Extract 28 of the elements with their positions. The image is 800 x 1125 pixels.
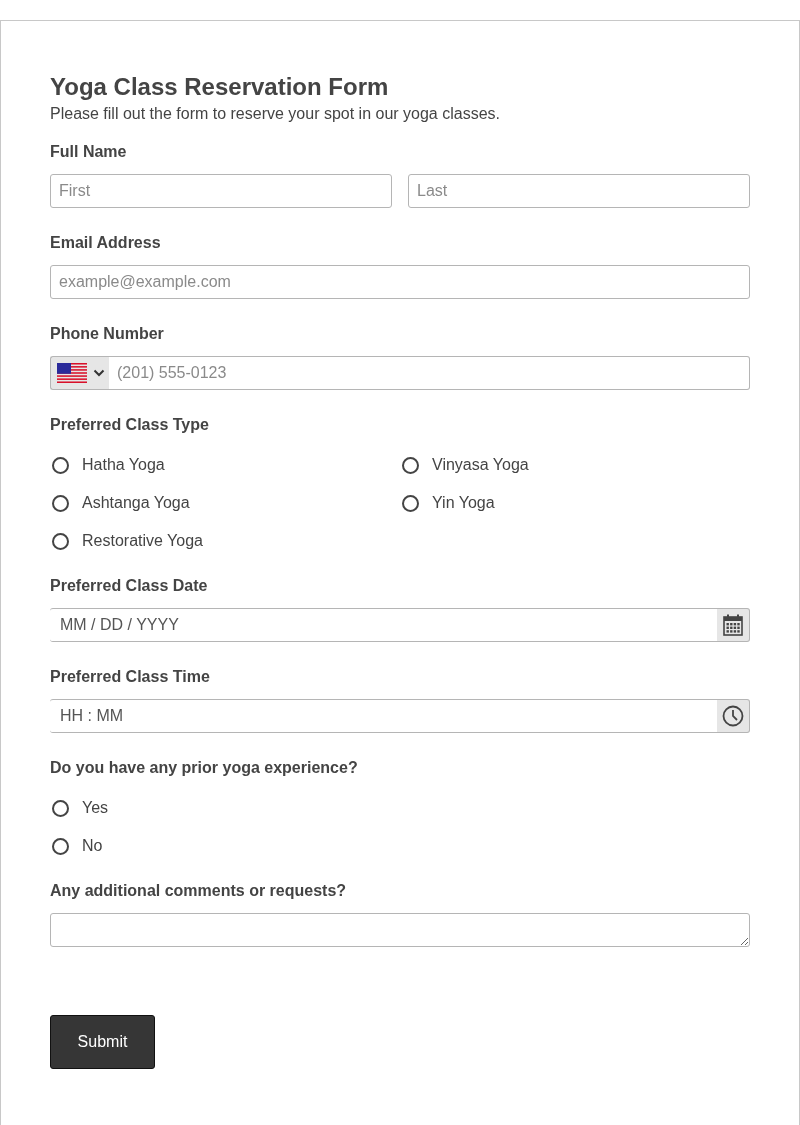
radio-option[interactable]: Hatha Yoga: [50, 446, 165, 484]
radio-option[interactable]: Restorative Yoga: [50, 522, 203, 560]
calendar-button[interactable]: [717, 608, 750, 642]
submit-button[interactable]: Submit: [50, 1015, 155, 1069]
last-name-field[interactable]: Last: [408, 174, 750, 208]
field-label: Any additional comments or requests?: [50, 881, 348, 901]
form-subtitle: Please fill out the form to reserve your spot in our yoga classes.: [50, 104, 501, 124]
first-name-field[interactable]: First: [50, 174, 392, 208]
time-field[interactable]: HH : MM: [50, 699, 717, 733]
field-label: Full Name: [50, 142, 128, 162]
form-title: Yoga Class Reservation Form: [50, 72, 390, 102]
field-label: Do you have any prior yoga experience?: [50, 758, 359, 778]
date-field[interactable]: MM / DD / YYYY: [50, 608, 717, 642]
clock-button[interactable]: [717, 699, 750, 733]
radio-option[interactable]: Yin Yoga: [400, 484, 495, 522]
calendar-icon: [723, 614, 743, 636]
field-label: Preferred Class Type: [50, 415, 210, 435]
radio-option[interactable]: Vinyasa Yoga: [400, 446, 529, 484]
radio-option[interactable]: Ashtanga Yoga: [50, 484, 190, 522]
field-label: Email Address: [50, 233, 162, 253]
radio-option[interactable]: No: [50, 827, 103, 865]
radio-option[interactable]: Yes: [50, 789, 109, 827]
email-field[interactable]: example@example.com: [50, 265, 750, 299]
clock-icon: [722, 705, 744, 727]
field-label: Phone Number: [50, 324, 165, 344]
comments-field[interactable]: [50, 913, 750, 947]
field-label: Preferred Class Date: [50, 576, 209, 596]
field-label: Preferred Class Time: [50, 667, 211, 687]
